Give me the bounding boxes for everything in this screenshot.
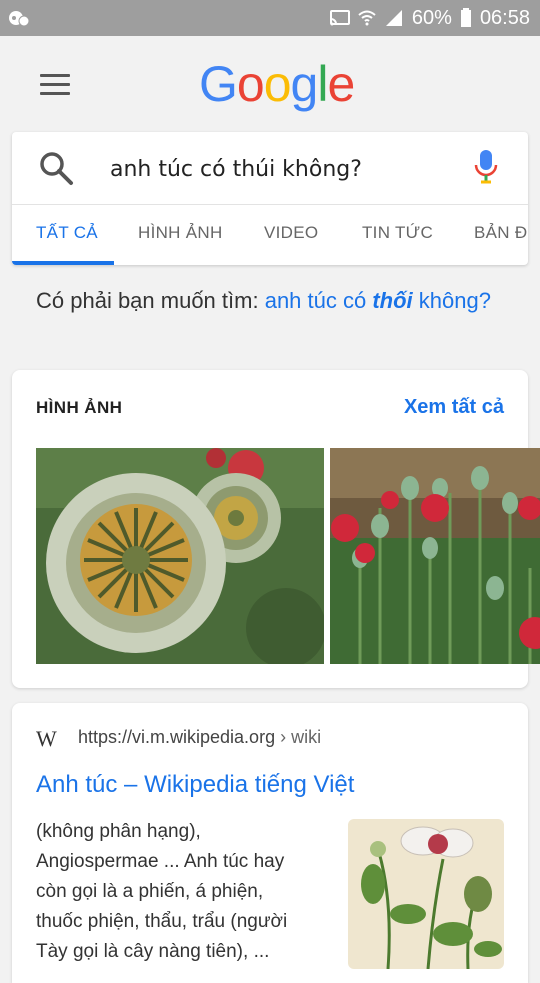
notification-icon xyxy=(9,11,30,27)
poppy-pod-image-1[interactable] xyxy=(36,448,324,664)
result-url-path: › wiki xyxy=(280,727,322,747)
microphone-icon[interactable] xyxy=(474,148,498,186)
see-all-link[interactable]: Xem tất cả xyxy=(404,396,504,419)
did-you-mean: Có phải bạn muốn tìm: anh túc có thối kh… xyxy=(36,286,506,316)
wifi-icon xyxy=(358,10,376,26)
did-you-mean-prefix: Có phải bạn muốn tìm: xyxy=(36,288,259,313)
snippet-line: còn gọi là a phiến, á phiện, xyxy=(36,881,264,902)
suggestion-corrected-word: thối xyxy=(372,288,413,313)
result-title-link[interactable]: Anh túc – Wikipedia tiếng Việt xyxy=(36,771,354,799)
suggestion-text: anh túc có xyxy=(264,288,367,313)
search-card: TẤT CẢ HÌNH ẢNH VIDEO TIN TỨC BẢN Đ xyxy=(12,132,528,265)
snippet-line: Angiospermae ... Anh túc hay xyxy=(36,851,285,872)
menu-icon[interactable] xyxy=(40,74,70,96)
logo-letter-5: l xyxy=(317,56,328,112)
logo-letter-2: o xyxy=(236,56,265,112)
suggestion-end: không? xyxy=(418,288,491,313)
search-icon[interactable] xyxy=(38,150,74,186)
did-you-mean-suggestion[interactable]: anh túc có thối không? xyxy=(265,288,491,313)
search-input[interactable] xyxy=(108,150,462,188)
tab-all[interactable]: TẤT CẢ xyxy=(36,204,98,262)
battery-percent: 60% xyxy=(411,6,452,29)
logo-letter-6: e xyxy=(327,56,355,112)
tab-video[interactable]: VIDEO xyxy=(264,204,318,262)
result-url[interactable]: https://vi.m.wikipedia.org › wiki xyxy=(78,727,321,748)
wikipedia-logo-icon: W xyxy=(36,726,57,751)
tab-images[interactable]: HÌNH ẢNH xyxy=(138,204,223,262)
logo-letter-3: o xyxy=(263,56,292,112)
tab-news[interactable]: TIN TỨC xyxy=(362,204,433,262)
images-title: HÌNH ẢNH xyxy=(36,398,123,417)
active-tab-indicator xyxy=(12,261,114,265)
poppy-field-image-2[interactable] xyxy=(330,448,540,664)
status-bar: 60% 06:58 xyxy=(0,0,540,36)
result-snippet: (không phân hạng), Angiospermae ... Anh … xyxy=(36,817,326,967)
battery-icon xyxy=(460,8,471,27)
tab-maps[interactable]: BẢN Đ xyxy=(474,204,527,262)
poppy-botanical-illustration[interactable] xyxy=(348,819,504,969)
snippet-line: Tày gọi là cây nàng tiên), ... xyxy=(36,941,270,962)
search-result-card: W https://vi.m.wikipedia.org › wiki Anh … xyxy=(12,703,528,983)
images-card: HÌNH ẢNH Xem tất cả xyxy=(12,370,540,688)
header: Google xyxy=(0,36,540,128)
clock: 06:58 xyxy=(479,6,530,29)
logo-letter-1: G xyxy=(199,56,238,112)
snippet-line: thuốc phiện, thẩu, trẩu (người xyxy=(36,911,288,932)
cast-icon xyxy=(329,10,350,26)
result-url-base: https://vi.m.wikipedia.org xyxy=(78,727,276,747)
search-bar xyxy=(12,132,528,205)
google-logo[interactable]: Google xyxy=(199,54,355,114)
signal-icon xyxy=(385,10,402,26)
logo-letter-4: g xyxy=(290,56,319,112)
search-tabs: TẤT CẢ HÌNH ẢNH VIDEO TIN TỨC BẢN Đ xyxy=(12,204,528,265)
snippet-line: (không phân hạng), xyxy=(36,821,201,842)
